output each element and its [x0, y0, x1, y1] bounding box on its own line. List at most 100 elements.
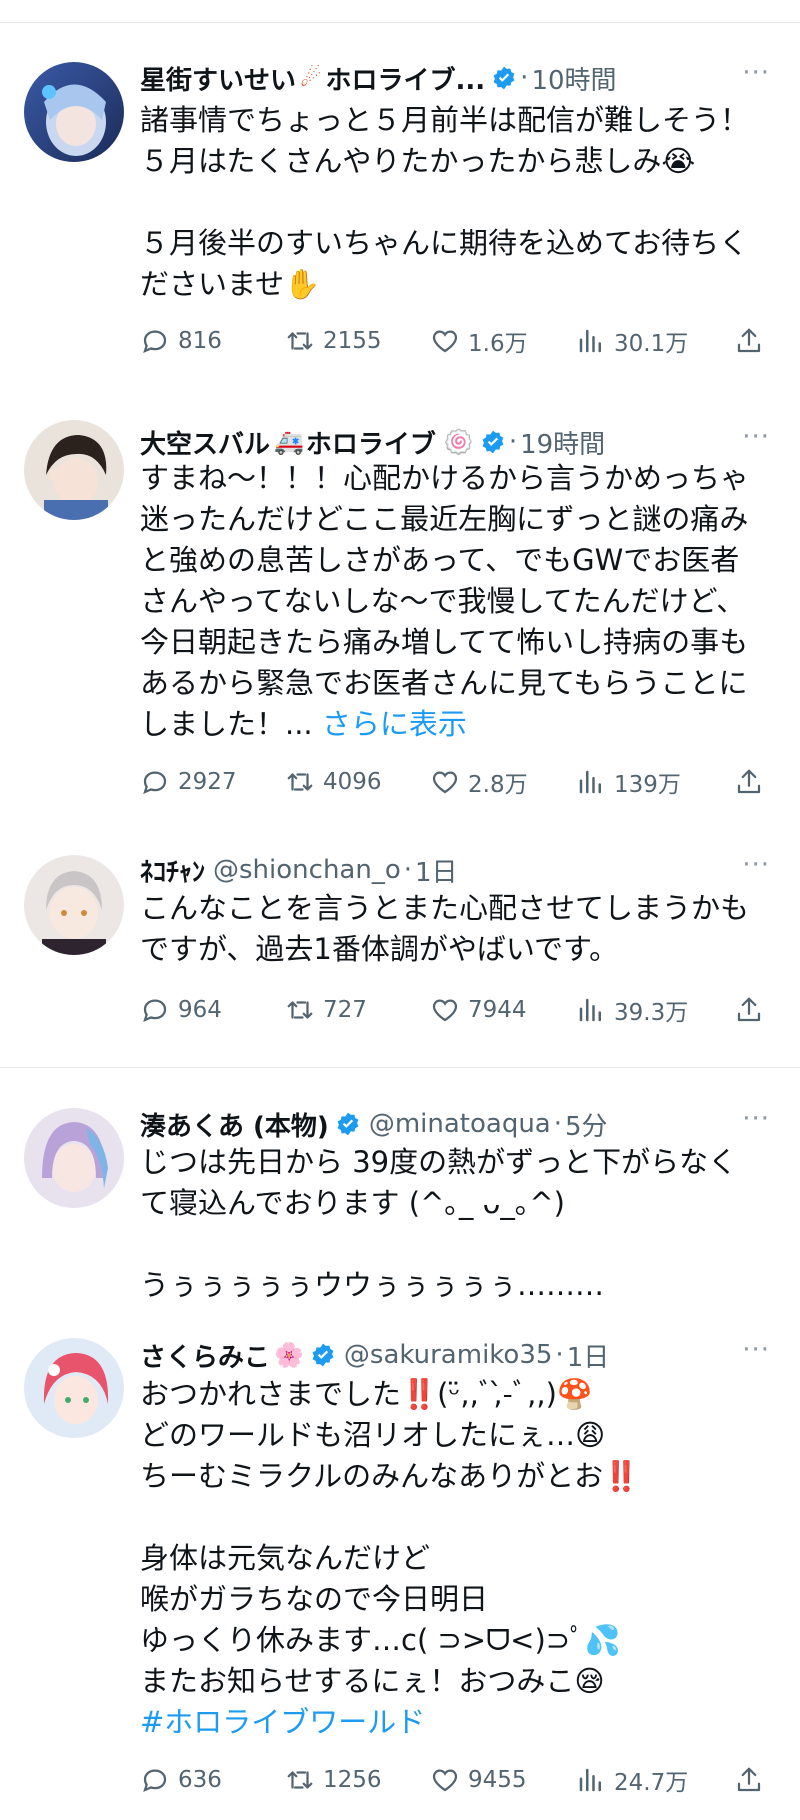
avatar[interactable]: [24, 420, 124, 520]
display-name[interactable]: ﾈｺﾁｬﾝ: [140, 852, 205, 889]
tweet-line-last: しました！... さらに表示: [140, 704, 780, 745]
avatar[interactable]: [24, 855, 124, 955]
like-count: 2.8万: [468, 772, 528, 798]
tweet-header: 湊あくあ (本物) @minatoaqua · 5分 ···: [140, 1104, 770, 1144]
like-button[interactable]: 7944: [430, 992, 527, 1028]
reply-button[interactable]: 636: [140, 1762, 222, 1798]
share-button[interactable]: [734, 1762, 772, 1798]
avatar[interactable]: [24, 1338, 124, 1438]
reply-button[interactable]: 816: [140, 323, 222, 359]
timestamp[interactable]: 10時間: [531, 60, 616, 97]
retweet-button[interactable]: 1256: [285, 1762, 382, 1798]
views-button[interactable]: 24.7万: [576, 1762, 688, 1798]
share-button[interactable]: [734, 323, 772, 359]
more-icon[interactable]: ···: [742, 58, 770, 88]
reply-count: 816: [178, 328, 222, 354]
reply-icon: [143, 999, 167, 1022]
timestamp[interactable]: 5分: [565, 1106, 608, 1143]
reply-button[interactable]: 2927: [140, 764, 237, 800]
tweet-line: すまね〜！！！心配かけるから言うかめっちゃ: [140, 461, 750, 495]
retweet-icon: [287, 332, 313, 350]
views-count: 24.7万: [614, 1770, 689, 1796]
handle[interactable]: @minatoaqua: [369, 1109, 551, 1139]
timestamp[interactable]: 19時間: [520, 424, 605, 461]
verified-badge-icon: [482, 430, 504, 454]
retweet-button[interactable]: 4096: [285, 764, 382, 800]
more-icon[interactable]: ···: [742, 1104, 770, 1134]
action-bar: 2927 4096 2.8万 139万: [140, 764, 770, 800]
tweet-line: 諸事情でちょっと５月前半は配信が難しそう！: [140, 103, 750, 137]
reply-count: 636: [178, 1767, 222, 1793]
reply-icon: [143, 771, 167, 794]
tweet-line: ゆっくり休みます…c( ⊃>ᗜ<)⊃ﾟ💦: [140, 1623, 621, 1657]
retweet-button[interactable]: 727: [285, 992, 367, 1028]
heart-icon: [432, 771, 458, 794]
tweet-line: [140, 182, 780, 223]
handle[interactable]: @shionchan_o: [213, 855, 401, 885]
display-name[interactable]: 星街すいせい: [140, 60, 296, 97]
display-name[interactable]: 湊あくあ (本物): [140, 1106, 329, 1143]
like-count: 7944: [468, 997, 527, 1023]
display-name[interactable]: さくらみこ: [140, 1337, 270, 1374]
verified-badge-icon: [493, 66, 515, 90]
reply-icon: [143, 1769, 167, 1792]
views-icon: [579, 1768, 601, 1792]
separator-dot: ·: [553, 1109, 563, 1139]
tweet-line: こんなことを言うとまた心配させてしまうかも: [140, 891, 750, 925]
tweet-line: 喉がガラちなので今日明日: [140, 1582, 489, 1616]
tweet-text: 諸事情でちょっと５月前半は配信が難しそう！ ５月はたくさんやりたかったから悲しみ…: [140, 100, 780, 305]
show-more-link[interactable]: さらに表示: [322, 707, 467, 741]
retweet-count: 1256: [323, 1767, 382, 1793]
separator-dot: ·: [403, 855, 413, 885]
separator-dot: ·: [555, 1340, 564, 1370]
verified-badge-icon: [337, 1112, 359, 1136]
like-button[interactable]: 9455: [430, 1762, 527, 1798]
tweet-line: と強めの息苦しさがあって、でもGWでお医者: [140, 543, 740, 577]
like-button[interactable]: 2.8万: [430, 764, 528, 800]
share-icon: [737, 769, 761, 794]
share-icon: [737, 1767, 761, 1792]
tweet-line: ５月はたくさんやりたかったから悲しみ😭: [140, 144, 696, 178]
tweet-line: じつは先日から 39度の熱がずっと下がらなく: [140, 1145, 738, 1179]
tweet-line: あるから緊急でお医者さんに見てもらうことに: [140, 666, 748, 700]
more-icon[interactable]: ···: [742, 850, 770, 880]
display-name-suffix[interactable]: ホロライブ: [306, 424, 436, 461]
timestamp[interactable]: 1日: [415, 852, 458, 889]
ambulance-icon: 🚑: [274, 428, 304, 456]
avatar[interactable]: [24, 62, 124, 162]
tweet-line: 今日朝起きたら痛み増してて怖いし持病の事も: [140, 625, 749, 659]
retweet-button[interactable]: 2155: [285, 323, 382, 359]
more-icon[interactable]: ···: [742, 422, 770, 452]
share-button[interactable]: [734, 992, 772, 1028]
display-name-suffix[interactable]: ホロライブ...: [326, 60, 486, 97]
avatar[interactable]: [24, 1108, 124, 1208]
tweet-line: またお知らせするにぇ！おつみこ😪: [140, 1664, 605, 1698]
like-button[interactable]: 1.6万: [430, 323, 528, 359]
heart-icon: [432, 330, 458, 353]
share-icon: [737, 997, 761, 1022]
views-button[interactable]: 139万: [576, 764, 681, 800]
reply-icon: [143, 330, 167, 353]
display-name[interactable]: 大空スバル: [140, 424, 270, 461]
tweet-line: [140, 1497, 780, 1538]
top-divider: [0, 22, 800, 23]
tweet-text: すまね〜！！！心配かけるから言うかめっちゃ 迷ったんだけどここ最近左胸にずっと謎…: [140, 458, 780, 745]
views-count: 30.1万: [614, 331, 689, 357]
views-button[interactable]: 39.3万: [576, 992, 688, 1028]
share-button[interactable]: [734, 764, 772, 800]
handle[interactable]: @sakuramiko35: [344, 1340, 553, 1370]
tweet-line: うぅぅぅぅぅウウぅぅぅぅぅ………: [140, 1268, 605, 1302]
views-icon: [579, 998, 601, 1022]
views-icon: [579, 770, 601, 794]
tweet-line: おつかれさまでした‼️(ᵕ̈,,ﾞ,̀-ﾞ,,)🍄: [140, 1377, 593, 1411]
hashtag-link[interactable]: #ホロライブワールド: [140, 1702, 780, 1743]
views-button[interactable]: 30.1万: [576, 323, 688, 359]
more-icon[interactable]: ···: [742, 1335, 770, 1365]
tweet-line: て寝込んでおります (^｡_ ᴗ_｡^): [140, 1186, 565, 1220]
retweet-count: 2155: [323, 328, 382, 354]
tweet-line: 迷ったんだけどここ最近左胸にずっと謎の痛み: [140, 502, 749, 536]
timestamp[interactable]: 1日: [567, 1337, 610, 1374]
comet-icon: ☄: [300, 64, 322, 92]
tweet-header: さくらみこ 🌸 @sakuramiko35 · 1日 ···: [140, 1335, 770, 1375]
reply-button[interactable]: 964: [140, 992, 222, 1028]
